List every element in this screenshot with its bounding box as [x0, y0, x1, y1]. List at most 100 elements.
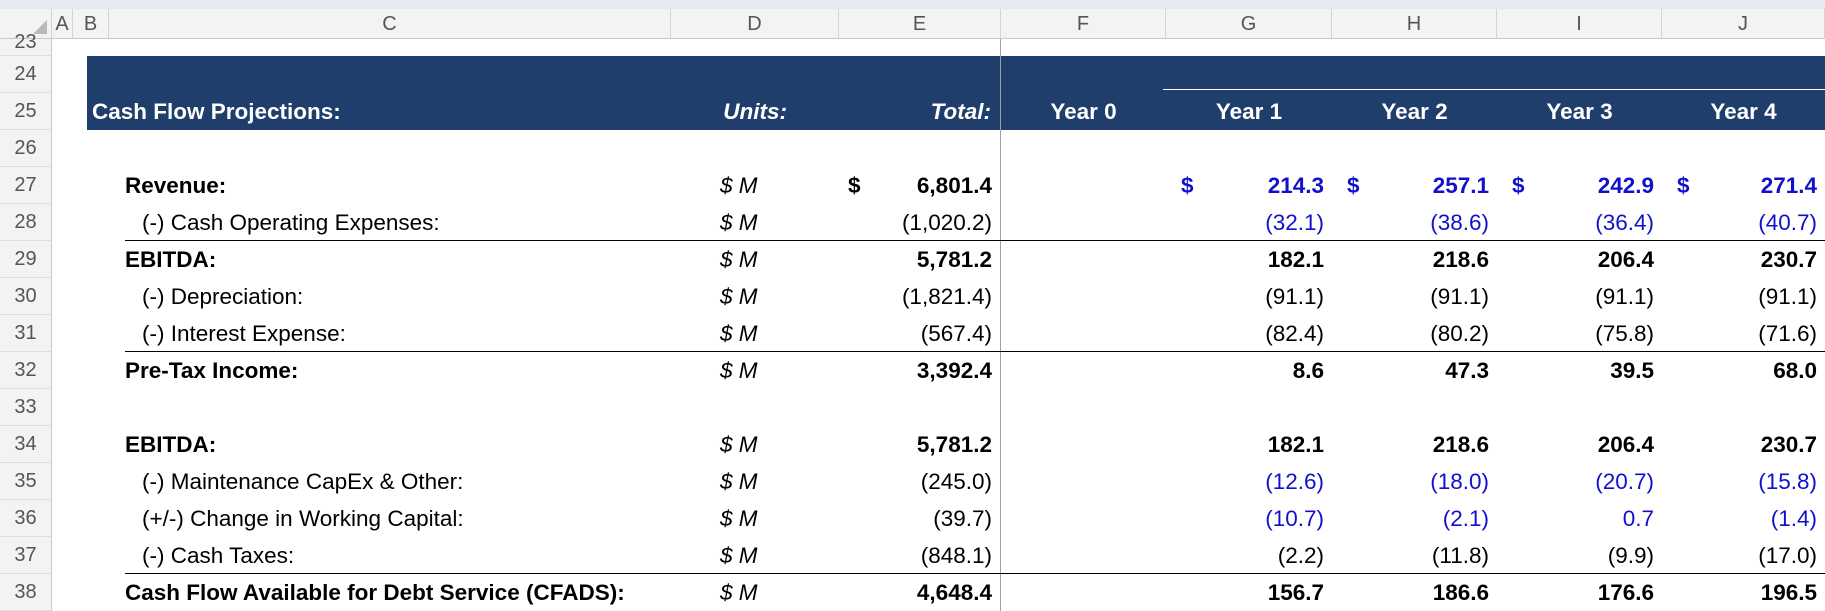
row-label[interactable]: Cash Flow Available for Debt Service (CF… — [125, 574, 625, 611]
row-units[interactable]: $ M — [720, 241, 758, 278]
row-total[interactable]: (245.0) — [839, 463, 992, 500]
row-header-31[interactable]: 31 — [0, 315, 52, 352]
year-3-value[interactable]: 39.5 — [1497, 352, 1654, 389]
year-4-value[interactable]: (91.1) — [1662, 278, 1817, 315]
row-label[interactable]: (-) Interest Expense: — [142, 315, 346, 352]
year-1-value[interactable]: (91.1) — [1166, 278, 1324, 315]
row-units[interactable]: $ M — [720, 278, 758, 315]
row-label[interactable]: (-) Cash Operating Expenses: — [142, 204, 440, 241]
year-2-value[interactable]: (38.6) — [1332, 204, 1489, 241]
row-units[interactable]: $ M — [720, 463, 758, 500]
year-2-value[interactable]: 257.1 — [1332, 167, 1489, 204]
year-4-header[interactable]: Year 4 — [1662, 93, 1825, 130]
column-header-j[interactable]: J — [1662, 9, 1825, 39]
row-units[interactable]: $ M — [720, 315, 758, 352]
year-4-value[interactable]: 196.5 — [1662, 574, 1817, 611]
year-3-value[interactable]: (75.8) — [1497, 315, 1654, 352]
column-header-d[interactable]: D — [671, 9, 839, 39]
row-total[interactable]: 3,392.4 — [839, 352, 992, 389]
row-header-35[interactable]: 35 — [0, 463, 52, 500]
units-header[interactable]: Units: — [671, 93, 787, 130]
year-3-header[interactable]: Year 3 — [1497, 93, 1662, 130]
year-2-value[interactable]: 186.6 — [1332, 574, 1489, 611]
column-header-f[interactable]: F — [1001, 9, 1166, 39]
row-label[interactable]: (-) Cash Taxes: — [142, 537, 294, 574]
row-units[interactable]: $ M — [720, 167, 758, 204]
row-header-36[interactable]: 36 — [0, 500, 52, 537]
year-4-value[interactable]: 68.0 — [1662, 352, 1817, 389]
row-header-25[interactable]: 25 — [0, 93, 52, 130]
year-1-value[interactable]: (10.7) — [1166, 500, 1324, 537]
year-4-value[interactable]: 230.7 — [1662, 426, 1817, 463]
row-label[interactable]: (-) Depreciation: — [142, 278, 303, 315]
year-4-value[interactable]: 271.4 — [1662, 167, 1817, 204]
row-total[interactable]: 6,801.4 — [839, 167, 992, 204]
row-label[interactable]: (+/-) Change in Working Capital: — [142, 500, 464, 537]
year-0-header[interactable]: Year 0 — [1001, 93, 1166, 130]
row-header-33[interactable]: 33 — [0, 389, 52, 426]
row-header-30[interactable]: 30 — [0, 278, 52, 315]
year-4-value[interactable]: (71.6) — [1662, 315, 1817, 352]
year-1-value[interactable]: (12.6) — [1166, 463, 1324, 500]
row-header-23[interactable]: 23 — [0, 31, 52, 56]
year-1-value[interactable]: (2.2) — [1166, 537, 1324, 574]
year-4-value[interactable]: (1.4) — [1662, 500, 1817, 537]
section-title[interactable]: Cash Flow Projections: — [92, 93, 341, 130]
row-total[interactable]: (39.7) — [839, 500, 992, 537]
row-total[interactable]: (567.4) — [839, 315, 992, 352]
row-header-24[interactable]: 24 — [0, 56, 52, 93]
row-units[interactable]: $ M — [720, 574, 758, 611]
row-label[interactable]: Revenue: — [125, 167, 226, 204]
column-header-g[interactable]: G — [1166, 9, 1332, 39]
year-4-value[interactable]: (40.7) — [1662, 204, 1817, 241]
year-3-value[interactable]: (91.1) — [1497, 278, 1654, 315]
year-1-value[interactable]: (32.1) — [1166, 204, 1324, 241]
row-label[interactable]: Pre-Tax Income: — [125, 352, 298, 389]
year-3-value[interactable]: (20.7) — [1497, 463, 1654, 500]
year-2-value[interactable]: (18.0) — [1332, 463, 1489, 500]
row-header-26[interactable]: 26 — [0, 130, 52, 167]
year-4-value[interactable]: (15.8) — [1662, 463, 1817, 500]
year-3-value[interactable]: 242.9 — [1497, 167, 1654, 204]
column-header-a[interactable]: A — [52, 9, 73, 39]
row-units[interactable]: $ M — [720, 537, 758, 574]
row-units[interactable]: $ M — [720, 500, 758, 537]
year-1-value[interactable]: 8.6 — [1166, 352, 1324, 389]
row-header-28[interactable]: 28 — [0, 204, 52, 241]
row-total[interactable]: (848.1) — [839, 537, 992, 574]
row-label[interactable]: EBITDA: — [125, 241, 216, 278]
year-1-value[interactable]: 182.1 — [1166, 241, 1324, 278]
column-header-h[interactable]: H — [1332, 9, 1497, 39]
column-header-b[interactable]: B — [73, 9, 109, 39]
row-header-29[interactable]: 29 — [0, 241, 52, 278]
row-total[interactable]: (1,821.4) — [839, 278, 992, 315]
row-total[interactable]: (1,020.2) — [839, 204, 992, 241]
year-4-value[interactable]: 230.7 — [1662, 241, 1817, 278]
row-header-34[interactable]: 34 — [0, 426, 52, 463]
row-units[interactable]: $ M — [720, 204, 758, 241]
year-2-value[interactable]: (2.1) — [1332, 500, 1489, 537]
year-2-header[interactable]: Year 2 — [1332, 93, 1497, 130]
year-3-value[interactable]: 0.7 — [1497, 500, 1654, 537]
year-2-value[interactable]: (80.2) — [1332, 315, 1489, 352]
row-label[interactable]: (-) Maintenance CapEx & Other: — [142, 463, 463, 500]
row-label[interactable]: EBITDA: — [125, 426, 216, 463]
year-1-value[interactable]: 156.7 — [1166, 574, 1324, 611]
year-4-value[interactable]: (17.0) — [1662, 537, 1817, 574]
row-header-38[interactable]: 38 — [0, 574, 52, 611]
year-1-value[interactable]: 182.1 — [1166, 426, 1324, 463]
year-1-value[interactable]: (82.4) — [1166, 315, 1324, 352]
year-3-value[interactable]: (9.9) — [1497, 537, 1654, 574]
year-3-value[interactable]: 206.4 — [1497, 426, 1654, 463]
year-2-value[interactable]: (91.1) — [1332, 278, 1489, 315]
year-2-value[interactable]: 218.6 — [1332, 426, 1489, 463]
row-header-37[interactable]: 37 — [0, 537, 52, 574]
row-units[interactable]: $ M — [720, 352, 758, 389]
column-header-i[interactable]: I — [1497, 9, 1662, 39]
row-total[interactable]: 5,781.2 — [839, 241, 992, 278]
year-3-value[interactable]: (36.4) — [1497, 204, 1654, 241]
row-total[interactable]: 5,781.2 — [839, 426, 992, 463]
year-3-value[interactable]: 206.4 — [1497, 241, 1654, 278]
year-1-header[interactable]: Year 1 — [1166, 93, 1332, 130]
year-1-value[interactable]: 214.3 — [1166, 167, 1324, 204]
